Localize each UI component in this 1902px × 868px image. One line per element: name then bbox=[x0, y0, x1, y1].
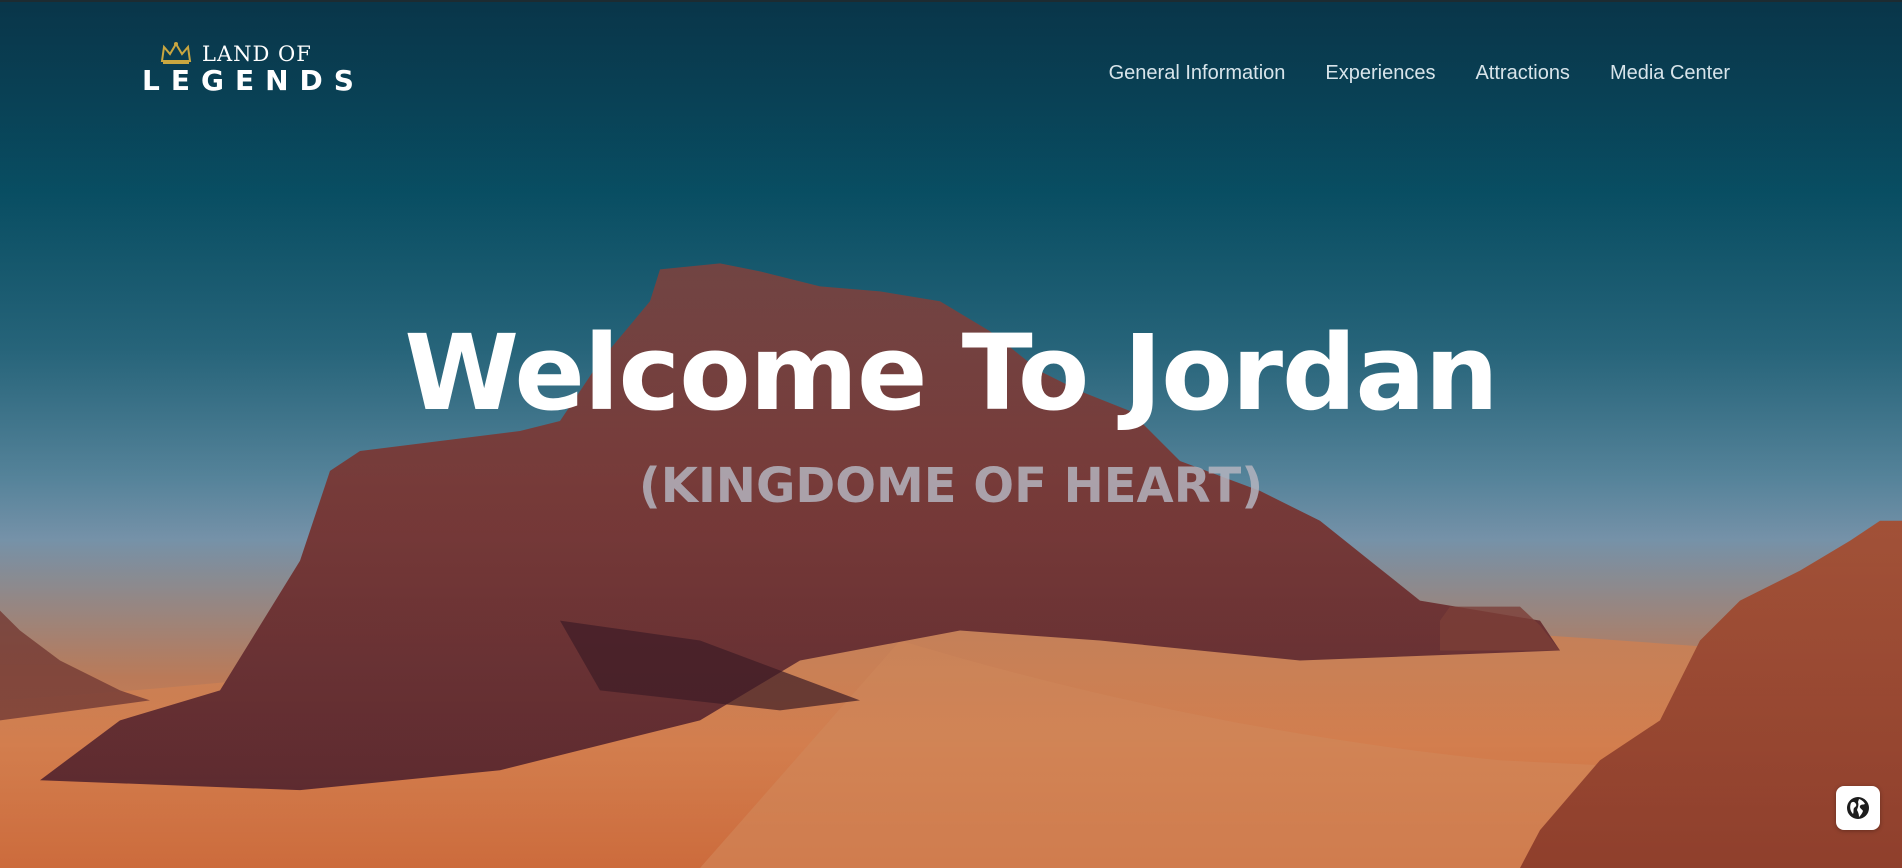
site-logo[interactable]: LAND OF LEGENDS bbox=[142, 38, 354, 98]
nav-media-center[interactable]: Media Center bbox=[1610, 62, 1730, 85]
logo-text-line2: LEGENDS bbox=[142, 64, 365, 97]
hero-overlay bbox=[0, 2, 1902, 868]
nav-experiences[interactable]: Experiences bbox=[1325, 62, 1435, 85]
hero-subtitle: (KINGDOME OF HEART) bbox=[638, 458, 1264, 514]
logo-text-line1: LAND OF bbox=[202, 42, 312, 66]
crown-icon bbox=[160, 42, 192, 64]
nav-attractions[interactable]: Attractions bbox=[1475, 62, 1569, 85]
hero-section: LAND OF LEGENDS General Information Expe… bbox=[0, 0, 1902, 868]
main-navigation: General Information Experiences Attracti… bbox=[1109, 62, 1730, 85]
language-button[interactable] bbox=[1836, 786, 1880, 830]
nav-general-information[interactable]: General Information bbox=[1109, 62, 1286, 85]
globe-icon bbox=[1847, 797, 1869, 819]
hero-title: Welcome To Jordan bbox=[404, 312, 1498, 434]
